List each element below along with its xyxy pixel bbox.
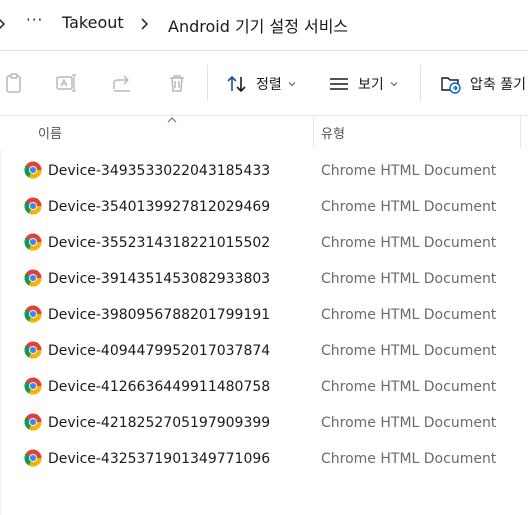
file-explorer-window: ··· Takeout Android 기기 설정 서비스 정렬 보기 압축 풀…: [0, 0, 528, 515]
chrome-icon: [24, 197, 42, 215]
file-name: Device-4094479952017037874: [48, 343, 271, 359]
breadcrumb-item-takeout[interactable]: Takeout: [62, 13, 124, 32]
rename-icon[interactable]: [54, 71, 78, 95]
delete-icon[interactable]: [165, 71, 189, 95]
file-type: Chrome HTML Document: [321, 199, 497, 215]
sort-label: 정렬: [256, 77, 282, 93]
file-type: Chrome HTML Document: [321, 163, 497, 179]
list-item[interactable]: Device-4218252705197909399 Chrome HTML D…: [0, 402, 528, 438]
view-button[interactable]: 보기: [328, 71, 398, 97]
breadcrumb-item-current[interactable]: Android 기기 설정 서비스: [168, 13, 348, 37]
sort-button[interactable]: 정렬: [226, 71, 296, 97]
paste-icon[interactable]: [2, 71, 26, 95]
file-type: Chrome HTML Document: [321, 379, 497, 395]
list-item[interactable]: Device-4325371901349771096 Chrome HTML D…: [0, 438, 528, 474]
list-item[interactable]: Device-4094479952017037874 Chrome HTML D…: [0, 330, 528, 366]
list-item[interactable]: Device-3552314318221015502 Chrome HTML D…: [0, 222, 528, 258]
file-type: Chrome HTML Document: [321, 451, 497, 467]
chrome-icon: [24, 161, 42, 179]
toolbar-divider: [420, 65, 421, 101]
file-type: Chrome HTML Document: [321, 307, 497, 323]
breadcrumb-overflow[interactable]: ···: [26, 11, 43, 29]
file-name: Device-3493533022043185433: [48, 163, 271, 179]
file-list: Device-3493533022043185433 Chrome HTML D…: [0, 150, 528, 515]
extract-all-button[interactable]: 압축 풀기: [440, 71, 526, 97]
list-item[interactable]: Device-3980956788201799191 Chrome HTML D…: [0, 294, 528, 330]
chevron-right-icon[interactable]: [139, 14, 151, 34]
file-name: Device-4325371901349771096: [48, 451, 271, 467]
toolbar-divider: [207, 65, 208, 101]
chevron-right-icon[interactable]: [0, 14, 8, 34]
chrome-icon: [24, 413, 42, 431]
file-type: Chrome HTML Document: [321, 343, 497, 359]
file-type: Chrome HTML Document: [321, 271, 497, 287]
chrome-icon: [24, 233, 42, 251]
column-headers: 이름 유형: [0, 116, 528, 148]
sort-icon: [226, 73, 248, 95]
chrome-icon: [24, 341, 42, 359]
column-header-name[interactable]: 이름: [38, 123, 62, 142]
file-name: Device-3552314318221015502: [48, 235, 271, 251]
chrome-icon: [24, 377, 42, 395]
file-name: Device-3540139927812029469: [48, 199, 271, 215]
file-type: Chrome HTML Document: [321, 415, 497, 431]
column-divider[interactable]: [313, 116, 314, 148]
file-name: Device-3914351453082933803: [48, 271, 271, 287]
chrome-icon: [24, 269, 42, 287]
file-type: Chrome HTML Document: [321, 235, 497, 251]
extract-folder-icon: [440, 73, 462, 95]
chrome-icon: [24, 305, 42, 323]
list-item[interactable]: Device-3540139927812029469 Chrome HTML D…: [0, 186, 528, 222]
file-name: Device-4126636449911480758: [48, 379, 271, 395]
sort-ascending-icon: [166, 116, 178, 124]
chevron-down-icon: [390, 80, 398, 88]
chrome-icon: [24, 449, 42, 467]
view-list-icon: [328, 73, 350, 95]
view-label: 보기: [358, 77, 384, 93]
list-item[interactable]: Device-4126636449911480758 Chrome HTML D…: [0, 366, 528, 402]
address-bar[interactable]: ··· Takeout Android 기기 설정 서비스: [0, 0, 528, 51]
column-header-type[interactable]: 유형: [321, 123, 345, 142]
list-item[interactable]: Device-3914351453082933803 Chrome HTML D…: [0, 258, 528, 294]
command-bar: 정렬 보기 압축 풀기: [0, 51, 528, 116]
list-item[interactable]: Device-3493533022043185433 Chrome HTML D…: [0, 150, 528, 186]
share-icon[interactable]: [110, 71, 134, 95]
column-divider[interactable]: [520, 116, 521, 148]
chevron-down-icon: [288, 80, 296, 88]
file-name: Device-3980956788201799191: [48, 307, 271, 323]
extract-all-label: 압축 풀기: [470, 77, 526, 93]
file-name: Device-4218252705197909399: [48, 415, 271, 431]
